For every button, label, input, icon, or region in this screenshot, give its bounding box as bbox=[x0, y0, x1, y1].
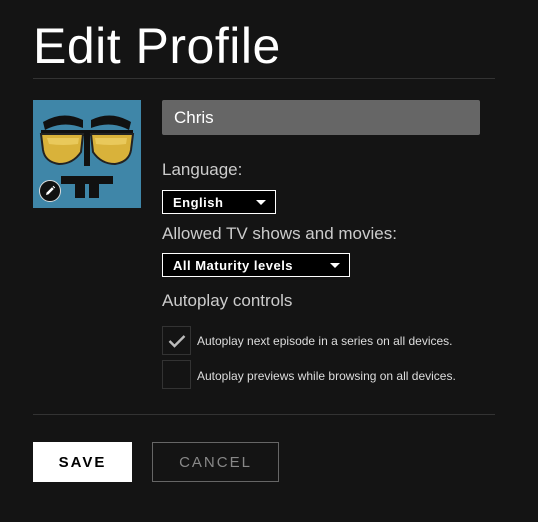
chevron-down-icon bbox=[256, 200, 266, 205]
cancel-button[interactable]: CANCEL bbox=[152, 442, 279, 482]
maturity-label: Allowed TV shows and movies: bbox=[162, 224, 397, 243]
edit-avatar-button[interactable] bbox=[39, 180, 61, 202]
language-select[interactable]: English bbox=[162, 190, 276, 214]
autoplay-previews-label[interactable]: Autoplay previews while browsing on all … bbox=[197, 369, 456, 383]
top-divider bbox=[33, 78, 495, 79]
language-label: Language: bbox=[162, 160, 243, 179]
chevron-down-icon bbox=[330, 263, 340, 268]
language-selected-value: English bbox=[173, 194, 224, 210]
autoplay-heading: Autoplay controls bbox=[162, 291, 293, 310]
checkmark-icon bbox=[168, 334, 185, 348]
autoplay-next-episode-label[interactable]: Autoplay next episode in a series on all… bbox=[197, 334, 453, 348]
autoplay-previews-checkbox[interactable] bbox=[162, 360, 191, 389]
edit-profile-page: Edit Profile Language: English bbox=[0, 0, 538, 522]
profile-name-input[interactable] bbox=[162, 100, 480, 135]
page-title: Edit Profile bbox=[33, 18, 281, 74]
maturity-select[interactable]: All Maturity levels bbox=[162, 253, 350, 277]
bottom-divider bbox=[33, 414, 495, 415]
pencil-icon bbox=[46, 185, 56, 195]
autoplay-next-episode-checkbox[interactable] bbox=[162, 326, 191, 355]
save-button[interactable]: SAVE bbox=[33, 442, 132, 482]
maturity-selected-value: All Maturity levels bbox=[173, 257, 294, 273]
